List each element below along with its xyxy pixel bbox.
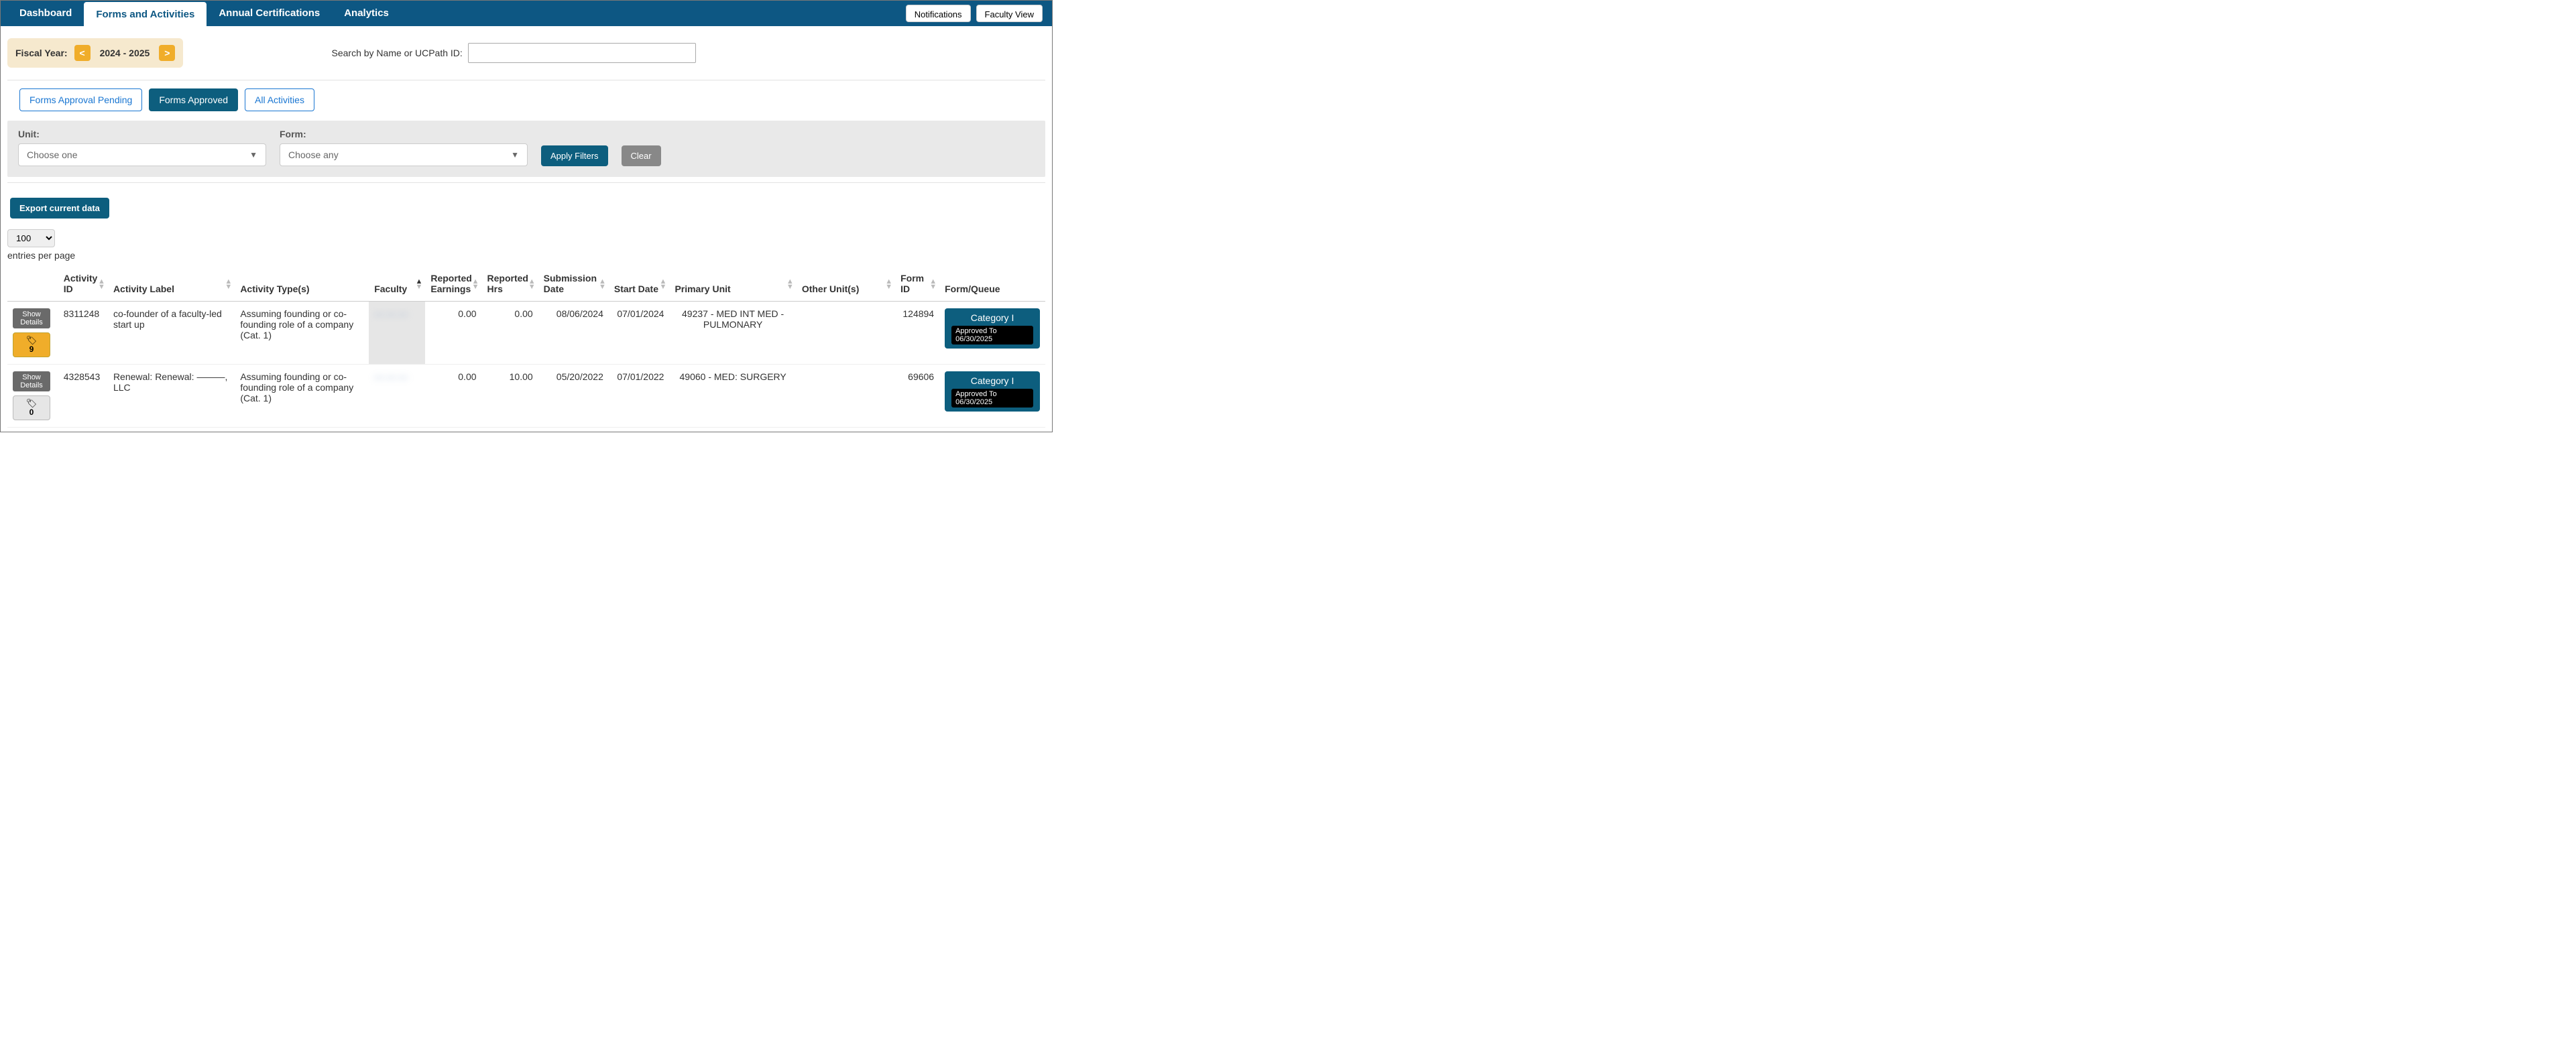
search-input[interactable] bbox=[468, 43, 696, 63]
cell-form-id: 69606 bbox=[895, 365, 939, 428]
subtab-forms-approval-pending[interactable]: Forms Approval Pending bbox=[19, 88, 142, 111]
show-details-button[interactable]: Show Details bbox=[13, 308, 50, 328]
cell-other-units bbox=[797, 302, 895, 365]
chevron-down-icon: ▼ bbox=[511, 150, 519, 160]
faculty-view-button[interactable]: Faculty View bbox=[976, 5, 1043, 22]
nav-tab-dashboard[interactable]: Dashboard bbox=[7, 1, 84, 26]
cell-start-date: 07/01/2024 bbox=[609, 302, 670, 365]
col-activity-label[interactable]: Activity Label▲▼ bbox=[108, 267, 235, 302]
cell-submission-date: 05/20/2022 bbox=[538, 365, 609, 428]
results-table: Activity ID▲▼ Activity Label▲▼ Activity … bbox=[7, 267, 1045, 428]
nav-tab-forms-activities[interactable]: Forms and Activities bbox=[84, 2, 207, 26]
search-label: Search by Name or UCPath ID: bbox=[332, 48, 463, 58]
col-actions bbox=[7, 267, 58, 302]
cell-activity-label: Renewal: Renewal: ———, LLC bbox=[108, 365, 235, 428]
attachments-badge[interactable]: 🏷 0 bbox=[13, 395, 50, 420]
fiscal-year-box: Fiscal Year: < 2024 - 2025 > bbox=[7, 38, 183, 68]
fiscal-year-prev-button[interactable]: < bbox=[74, 45, 91, 61]
col-faculty[interactable]: Faculty▲▼ bbox=[369, 267, 425, 302]
cell-activity-id: 8311248 bbox=[58, 302, 108, 365]
filter-unit-select[interactable]: Choose one ▼ bbox=[18, 143, 266, 166]
col-reported-hrs[interactable]: Reported Hrs▲▼ bbox=[482, 267, 538, 302]
col-submission-date[interactable]: Submission Date▲▼ bbox=[538, 267, 609, 302]
subtab-forms-approved[interactable]: Forms Approved bbox=[149, 88, 238, 111]
col-form-id[interactable]: Form ID▲▼ bbox=[895, 267, 939, 302]
apply-filters-button[interactable]: Apply Filters bbox=[541, 145, 608, 166]
nav-tab-analytics[interactable]: Analytics bbox=[332, 1, 401, 26]
col-activity-id[interactable]: Activity ID▲▼ bbox=[58, 267, 108, 302]
filter-unit-placeholder: Choose one bbox=[27, 149, 78, 160]
cell-reported-earnings: 0.00 bbox=[425, 302, 481, 365]
subtabs: Forms Approval Pending Forms Approved Al… bbox=[1, 86, 1052, 121]
col-form-queue[interactable]: Form/Queue bbox=[939, 267, 1045, 302]
cell-faculty: — — — bbox=[369, 365, 425, 428]
filter-unit: Unit: Choose one ▼ bbox=[18, 129, 266, 166]
pagesize-row: 100 entries per page bbox=[1, 223, 1052, 263]
cell-reported-hrs: 0.00 bbox=[482, 302, 538, 365]
form-queue-button[interactable]: Category I Approved To 06/30/2025 bbox=[945, 308, 1040, 349]
divider bbox=[7, 182, 1045, 183]
form-queue-status: Approved To 06/30/2025 bbox=[951, 389, 1033, 408]
cell-other-units bbox=[797, 365, 895, 428]
attachments-badge[interactable]: 🏷 9 bbox=[13, 332, 50, 357]
top-nav: Dashboard Forms and Activities Annual Ce… bbox=[1, 1, 1052, 26]
filter-unit-label: Unit: bbox=[18, 129, 266, 139]
filter-form-label: Form: bbox=[280, 129, 528, 139]
cell-reported-hrs: 10.00 bbox=[482, 365, 538, 428]
attachments-count: 0 bbox=[30, 408, 34, 417]
nav-tab-annual-certifications[interactable]: Annual Certifications bbox=[207, 1, 332, 26]
cell-reported-earnings: 0.00 bbox=[425, 365, 481, 428]
fiscal-year-value: 2024 - 2025 bbox=[97, 48, 153, 58]
col-reported-earnings[interactable]: Reported Earnings▲▼ bbox=[425, 267, 481, 302]
form-queue-category: Category I bbox=[971, 375, 1014, 386]
cell-faculty: — — — bbox=[369, 302, 425, 365]
chevron-down-icon: ▼ bbox=[249, 150, 257, 160]
form-queue-button[interactable]: Category I Approved To 06/30/2025 bbox=[945, 371, 1040, 412]
cell-activity-label: co-founder of a faculty-led start up bbox=[108, 302, 235, 365]
pagesize-select[interactable]: 100 bbox=[7, 229, 55, 247]
cell-form-id: 124894 bbox=[895, 302, 939, 365]
filter-form: Form: Choose any ▼ bbox=[280, 129, 528, 166]
notifications-button[interactable]: Notifications bbox=[906, 5, 971, 22]
col-primary-unit[interactable]: Primary Unit▲▼ bbox=[669, 267, 796, 302]
nav-tabs: Dashboard Forms and Activities Annual Ce… bbox=[7, 1, 401, 26]
export-row: Export current data bbox=[1, 188, 1052, 223]
cell-activity-types: Assuming founding or co-founding role of… bbox=[235, 365, 369, 428]
fiscal-year-label: Fiscal Year: bbox=[15, 48, 68, 58]
attachments-count: 9 bbox=[30, 345, 34, 354]
col-start-date[interactable]: Start Date▲▼ bbox=[609, 267, 670, 302]
cell-activity-id: 4328543 bbox=[58, 365, 108, 428]
clear-filters-button[interactable]: Clear bbox=[622, 145, 661, 166]
show-details-button[interactable]: Show Details bbox=[13, 371, 50, 391]
cell-activity-types: Assuming founding or co-founding role of… bbox=[235, 302, 369, 365]
table-row: Show Details 🏷 0 4328543 Renewal: Renewa… bbox=[7, 365, 1045, 428]
export-current-data-button[interactable]: Export current data bbox=[10, 198, 109, 219]
filter-form-placeholder: Choose any bbox=[288, 149, 339, 160]
filter-form-select[interactable]: Choose any ▼ bbox=[280, 143, 528, 166]
cell-start-date: 07/01/2022 bbox=[609, 365, 670, 428]
col-other-units[interactable]: Other Unit(s)▲▼ bbox=[797, 267, 895, 302]
col-activity-types[interactable]: Activity Type(s) bbox=[235, 267, 369, 302]
tags-icon: 🏷 bbox=[26, 399, 38, 408]
form-queue-status: Approved To 06/30/2025 bbox=[951, 326, 1033, 345]
cell-submission-date: 08/06/2024 bbox=[538, 302, 609, 365]
tags-icon: 🏷 bbox=[26, 336, 38, 345]
cell-primary-unit: 49237 - MED INT MED - PULMONARY bbox=[669, 302, 796, 365]
filter-bar: Unit: Choose one ▼ Form: Choose any ▼ Ap… bbox=[7, 121, 1045, 177]
top-row: Fiscal Year: < 2024 - 2025 > Search by N… bbox=[1, 26, 1052, 74]
fiscal-year-next-button[interactable]: > bbox=[159, 45, 175, 61]
subtab-all-activities[interactable]: All Activities bbox=[245, 88, 314, 111]
table-row: Show Details 🏷 9 8311248 co-founder of a… bbox=[7, 302, 1045, 365]
cell-primary-unit: 49060 - MED: SURGERY bbox=[669, 365, 796, 428]
form-queue-category: Category I bbox=[971, 312, 1014, 323]
search-wrap: Search by Name or UCPath ID: bbox=[332, 43, 696, 63]
pagesize-label: entries per page bbox=[7, 250, 1045, 261]
